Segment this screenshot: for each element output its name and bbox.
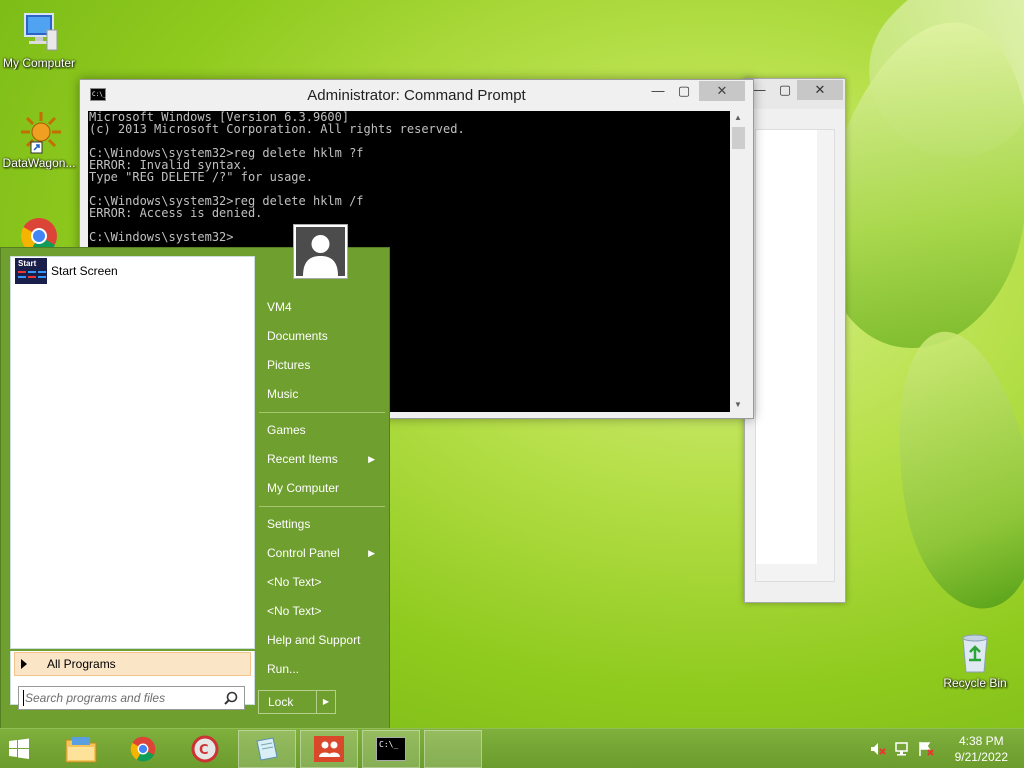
start-screen-icon: Start (15, 258, 47, 284)
horizontal-scrollbar[interactable] (756, 564, 817, 581)
console-line: (c) 2013 Microsoft Corporation. All righ… (89, 122, 465, 136)
network-icon[interactable] (894, 741, 910, 757)
separator (259, 412, 385, 413)
volume-muted-icon[interactable] (870, 741, 886, 757)
chevron-right-icon: ▶ (368, 454, 375, 464)
taskbar-ccleaner[interactable]: C (176, 730, 234, 768)
clock-time: 4:38 PM (958, 734, 1004, 748)
console-line: C:\Windows\system32> (89, 230, 234, 244)
console-line: Type "REG DELETE /?" for usage. (89, 170, 313, 184)
desktop-icon-my-computer[interactable]: My Computer (0, 10, 78, 70)
scroll-up-arrow-icon[interactable]: ▲ (730, 111, 746, 125)
start-menu: Start Start Screen All Programs Search p… (0, 247, 390, 728)
computer-icon (17, 10, 61, 54)
vertical-scrollbar[interactable] (817, 130, 834, 581)
text-caret (23, 690, 24, 706)
start-item-pictures[interactable]: Pictures (259, 351, 385, 380)
scroll-thumb[interactable] (732, 127, 745, 149)
chrome-icon (130, 736, 156, 762)
minimize-button[interactable]: — (645, 81, 671, 101)
window-content (755, 129, 835, 582)
user-avatar[interactable] (293, 224, 348, 279)
start-item-no-text-2[interactable]: <No Text> (259, 597, 385, 626)
start-item-no-text-1[interactable]: <No Text> (259, 568, 385, 597)
chevron-right-icon: ▶ (368, 548, 375, 558)
console-line: ERROR: Access is denied. (89, 206, 263, 220)
program-label: Start Screen (51, 264, 118, 278)
system-tray (870, 741, 934, 757)
start-item-recent-items[interactable]: Recent Items ▶ (259, 445, 385, 474)
separator (259, 506, 385, 507)
clock-date: 9/21/2022 (954, 750, 1008, 764)
start-item-control-panel[interactable]: Control Panel ▶ (259, 539, 385, 568)
start-item-help-and-support[interactable]: Help and Support (259, 626, 385, 655)
vertical-scrollbar[interactable]: ▲ ▼ (730, 111, 746, 412)
clock[interactable]: 4:38 PM 9/21/2022 (955, 733, 1008, 765)
taskbar-blank-item[interactable] (424, 730, 482, 768)
start-item-vm4[interactable]: VM4 (259, 293, 385, 322)
recycle-bin-icon (953, 630, 997, 674)
desktop-icon-recycle-bin[interactable]: Recycle Bin (936, 630, 1014, 690)
taskbar: C C:\_ 4:38 PM 9/21/2022 (0, 728, 1024, 768)
taskbar-notepad[interactable] (238, 730, 296, 768)
start-menu-right-pane: VM4 Documents Pictures Music Games Recen… (259, 293, 385, 684)
lock-options-arrow-icon[interactable]: ▶ (316, 691, 335, 713)
program-list: Start Start Screen (10, 256, 255, 649)
all-programs-area: All Programs Search programs and files (10, 651, 255, 710)
ccleaner-icon: C (191, 735, 219, 763)
cmd-icon: C:\_ (376, 737, 406, 761)
close-button[interactable]: ✕ (699, 81, 745, 101)
taskbar-command-prompt[interactable]: C:\_ (362, 730, 420, 768)
maximize-button[interactable]: ▢ (775, 80, 795, 100)
desktop-icon-datawagon[interactable]: DataWagon... (0, 110, 78, 170)
scroll-down-arrow-icon[interactable]: ▼ (730, 398, 746, 412)
people-icon (314, 736, 344, 762)
triangle-right-icon (21, 659, 27, 669)
start-item-music[interactable]: Music (259, 380, 385, 409)
windows-start-icon[interactable] (8, 738, 30, 760)
taskbar-people[interactable] (300, 730, 358, 768)
datawagon-sun-icon (17, 110, 61, 154)
start-item-run[interactable]: Run... (259, 655, 385, 684)
svg-text:C: C (199, 743, 209, 758)
user-silhouette-icon (296, 227, 345, 276)
taskbar-chrome[interactable] (114, 730, 172, 768)
notepad-icon (256, 737, 278, 761)
start-item-documents[interactable]: Documents (259, 322, 385, 351)
window-caption[interactable]: C:\_ Administrator: Command Prompt — ▢ ✕ (80, 80, 753, 110)
wallpaper-leaf (876, 320, 1024, 620)
start-item-games[interactable]: Games (259, 416, 385, 445)
taskbar-file-explorer[interactable] (52, 730, 110, 768)
search-input[interactable]: Search programs and files (18, 686, 245, 710)
background-window[interactable]: — ▢ ✕ (744, 78, 846, 603)
action-center-flag-icon[interactable] (918, 741, 934, 757)
folder-icon (65, 737, 97, 763)
start-item-settings[interactable]: Settings (259, 510, 385, 539)
start-item-my-computer[interactable]: My Computer (259, 474, 385, 503)
close-button[interactable]: ✕ (797, 80, 843, 100)
window-caption[interactable]: — ▢ ✕ (745, 79, 845, 109)
maximize-button[interactable]: ▢ (671, 81, 697, 101)
program-item-start-screen[interactable]: Start Start Screen (11, 257, 254, 285)
lock-button[interactable]: Lock ▶ (258, 690, 336, 714)
search-icon[interactable] (224, 691, 238, 705)
all-programs-button[interactable]: All Programs (14, 652, 251, 676)
